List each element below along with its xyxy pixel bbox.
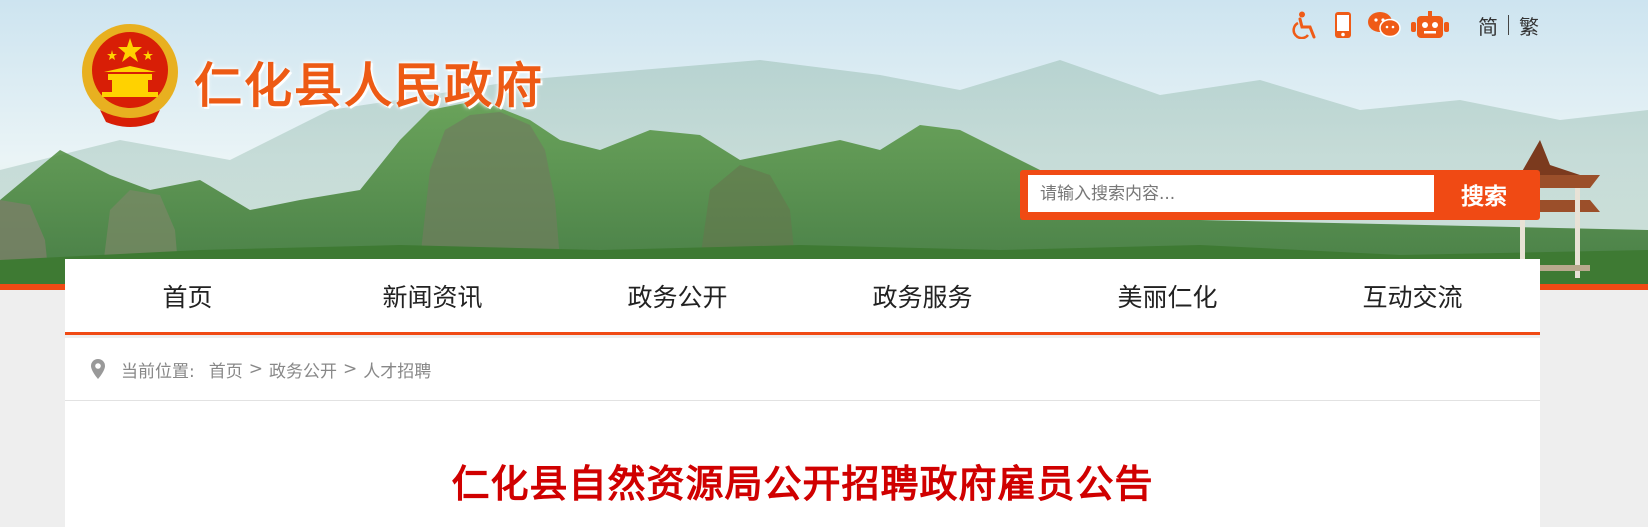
search-button[interactable]: 搜索 (1434, 175, 1534, 212)
landscape-background (0, 0, 1648, 290)
nav-item-gov-services[interactable]: 政务服务 (800, 278, 1045, 314)
mobile-icon[interactable] (1328, 10, 1358, 40)
nav-item-news[interactable]: 新闻资讯 (310, 278, 555, 314)
accessibility-icon[interactable] (1290, 10, 1320, 40)
wechat-icon[interactable] (1366, 10, 1402, 40)
top-tools: 简 繁 (1290, 8, 1539, 42)
breadcrumb-item-gov-affairs-open[interactable]: 政务公开 (269, 357, 337, 382)
breadcrumb-label: 当前位置: (121, 361, 195, 382)
lang-traditional[interactable]: 繁 (1519, 11, 1539, 40)
nav-item-gov-affairs-open[interactable]: 政务公开 (555, 278, 800, 314)
breadcrumb-separator: > (342, 359, 358, 379)
language-switch: 简 繁 (1478, 11, 1539, 40)
nav-item-beautiful-renhua[interactable]: 美丽仁化 (1045, 278, 1290, 314)
breadcrumb: 当前位置: 首页 > 政务公开 > 人才招聘 (65, 338, 1540, 401)
breadcrumb-separator: > (248, 359, 263, 379)
content-panel: 当前位置: 首页 > 政务公开 > 人才招聘 仁化县自然资源局公开招聘政府雇员公… (65, 338, 1540, 527)
breadcrumb-item-recruitment[interactable]: 人才招聘 (363, 357, 431, 382)
main-nav: 首页 新闻资讯 政务公开 政务服务 美丽仁化 互动交流 (65, 259, 1540, 335)
robot-icon[interactable] (1410, 10, 1450, 40)
search-bar: 搜索 (1020, 170, 1540, 220)
site-title[interactable]: 仁化县人民政府 (194, 46, 544, 116)
breadcrumb-item-home[interactable]: 首页 (209, 357, 243, 382)
nav-item-home[interactable]: 首页 (65, 278, 310, 314)
lang-divider (1508, 15, 1509, 35)
lang-simplified[interactable]: 简 (1478, 11, 1498, 40)
nav-item-interaction[interactable]: 互动交流 (1290, 278, 1535, 314)
national-emblem-icon (82, 24, 178, 127)
location-pin-icon (91, 359, 105, 379)
header-banner: 仁化县人民政府 简 繁 请输入搜索内容... 搜索 (0, 0, 1648, 290)
search-input[interactable] (1028, 175, 1434, 212)
article-title: 仁化县自然资源局公开招聘政府雇员公告 (451, 462, 1154, 506)
